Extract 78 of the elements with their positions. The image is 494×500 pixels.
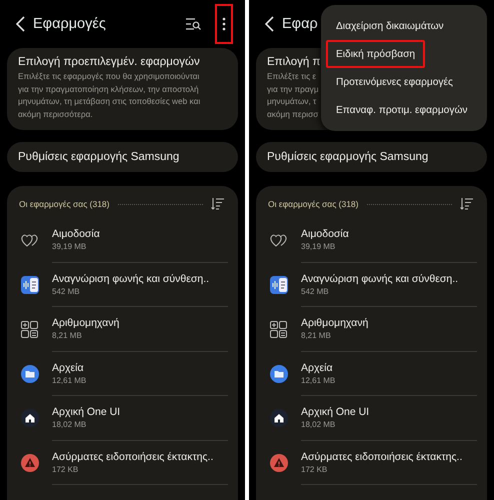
more-icon [222, 17, 226, 31]
section-heading: Οι εφαρμογές σας (318) [19, 199, 110, 209]
app-row[interactable]: Αριθμομηχανή 8,21 MB [7, 307, 228, 352]
folder-icon [270, 364, 288, 383]
menu-item[interactable]: Προτεινόμενες εφαρμογές [326, 68, 463, 96]
app-size: 12,61 MB [301, 376, 336, 385]
back-icon[interactable] [265, 16, 274, 32]
app-row[interactable]: Αριθμομηχανή 8,21 MB [256, 307, 477, 352]
card-description: μηνυμάτων, τ [267, 95, 316, 108]
card-description: Επιλέξτε τις ε [267, 70, 316, 82]
app-row[interactable]: Αιμοδοσία 39,19 MB [256, 218, 477, 262]
app-row[interactable]: Αναγνώριση φωνής και σύνθεση.. 542 MB [7, 262, 228, 307]
home-icon [270, 409, 288, 428]
app-size: 39,19 MB [301, 242, 336, 252]
default-apps-card[interactable]: Επιλογή προεπιλεγμέν. εφαρμογών Επιλέξτε τις εφαρμογές που θα χρησιμοποιούνται για την πραγματοποίηση κλήσεων, την αποστολή μηνυμάτων, τη μετάβαση στις τοποθεσίες web και ακόμη περισσότερα. [7, 48, 238, 130]
page-title: Εφαρμογές [33, 16, 106, 32]
menu-item[interactable]: Ειδική πρόσβαση [326, 40, 426, 68]
app-size: 8,21 MB [301, 331, 331, 340]
settings-card[interactable]: Ρυθμίσεις εφαρμογής Samsung [256, 142, 487, 172]
page-title: Εφαρ [282, 16, 318, 32]
app-name: Αρχική One UI [52, 406, 120, 418]
hearts-icon [270, 233, 288, 248]
card-description: μηνυμάτων, τη μετάβαση στις τοποθεσίες web και [18, 95, 200, 108]
app-size: 542 MB [301, 286, 329, 296]
app-name: Αναγνώριση φωνής και σύνθεση.. [52, 272, 210, 285]
card-description: για την πραγμ [267, 82, 319, 95]
sort-icon[interactable] [211, 198, 224, 210]
back-icon[interactable] [16, 16, 25, 32]
app-row[interactable]: Αρχεία 12,61 MB [7, 352, 228, 396]
app-size: 8,21 MB [52, 331, 82, 340]
app-name: Αρχεία [52, 362, 84, 374]
app-size: 18,02 MB [52, 420, 86, 430]
app-row[interactable]: Αρχική One UI 18,02 MB [7, 396, 228, 440]
app-name: Ασύρματες ειδοποιήσεις έκτακτης.. [301, 450, 462, 463]
card-title: Επιλογή π [267, 56, 320, 68]
warning-icon [20, 454, 38, 472]
card-description: ακόμη περισσ [267, 108, 318, 120]
app-row[interactable]: Ασύρματες ειδοποιήσεις έκτακτης.. 172 KB [7, 440, 228, 485]
card-description: ακόμη περισσότερα. [18, 108, 93, 120]
app-name: Ασύρματες ειδοποιήσεις έκτακτης.. [52, 450, 214, 463]
settings-card[interactable]: Ρυθμίσεις εφαρμογής Samsung [7, 142, 238, 172]
calculator-icon [270, 320, 287, 338]
app-name: Αριθμομηχανή [301, 317, 368, 330]
app-row[interactable]: Ασύρματες ειδοποιήσεις έκτακτης.. 172 KB [256, 440, 477, 485]
app-size: 12,61 MB [52, 376, 86, 385]
folder-icon [20, 364, 38, 383]
app-name: Αρχεία [301, 362, 333, 374]
card-description: για την πραγματοποίηση κλήσεων, την αποστολή [18, 82, 199, 95]
app-row[interactable]: Αναγνώριση φωνής και σύνθεση.. 542 MB [256, 262, 477, 307]
app-row[interactable]: Αιμοδοσία 39,19 MB [7, 218, 228, 262]
voice-app-icon [20, 276, 38, 294]
app-size: 39,19 MB [52, 242, 86, 252]
app-name: Αριθμομηχανή [52, 317, 120, 330]
card-title: Ρυθμίσεις εφαρμογής Samsung [18, 151, 180, 163]
hearts-icon [20, 233, 38, 248]
search-list-icon[interactable] [185, 18, 201, 30]
app-name: Αναγνώριση φωνής και σύνθεση.. [301, 272, 458, 285]
voice-app-icon [270, 276, 288, 294]
card-title: Επιλογή προεπιλεγμέν. εφαρμογών [18, 56, 200, 68]
section-heading: Οι εφαρμογές σας (318) [268, 199, 358, 209]
app-name: Αρχική One UI [301, 406, 370, 418]
sort-icon[interactable] [460, 198, 473, 210]
home-icon [20, 409, 38, 428]
app-row[interactable]: Αρχεία 12,61 MB [256, 352, 477, 396]
card-title: Ρυθμίσεις εφαρμογής Samsung [267, 151, 430, 163]
more-options-button[interactable] [215, 4, 233, 44]
card-description: Επιλέξτε τις εφαρμογές που θα χρησιμοποιούνται [18, 70, 200, 82]
app-size: 542 MB [52, 286, 80, 296]
warning-icon [270, 454, 288, 472]
app-size: 18,02 MB [301, 420, 336, 430]
app-name: Αιμοδοσία [52, 228, 100, 240]
app-name: Αιμοδοσία [301, 228, 349, 240]
menu-item[interactable]: Επαναφ. προτιμ. εφαρμογών [326, 96, 478, 124]
menu-item[interactable]: Διαχείριση δικαιωμάτων [326, 12, 454, 40]
calculator-icon [21, 320, 38, 338]
app-size: 172 KB [52, 464, 78, 474]
app-size: 172 KB [301, 464, 328, 474]
app-row[interactable]: Αρχική One UI 18,02 MB [256, 396, 477, 440]
